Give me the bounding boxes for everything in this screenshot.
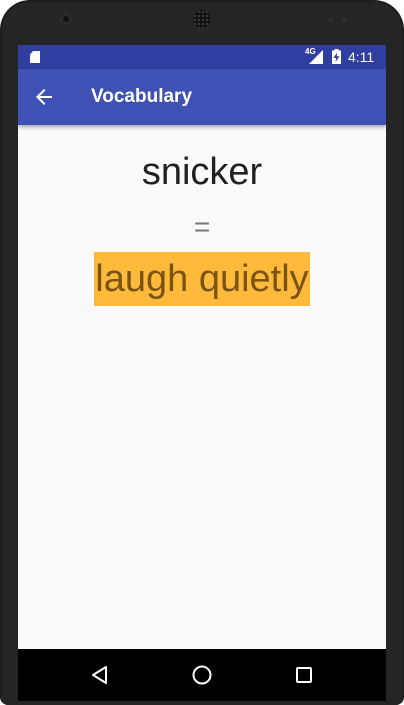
vocabulary-word: snicker xyxy=(141,151,263,193)
arrow-back-icon xyxy=(36,89,52,105)
earpiece-speaker xyxy=(193,10,211,28)
recents-square-icon xyxy=(296,667,312,683)
nav-home-button[interactable] xyxy=(190,663,214,687)
phone-frame: 4G 4:11 Vocabulary snicker = laugh quiet… xyxy=(0,0,404,705)
status-time: 4:11 xyxy=(348,49,375,65)
home-circle-icon xyxy=(192,665,212,685)
sd-card-icon xyxy=(30,51,40,63)
equals-separator: = xyxy=(193,211,211,242)
proximity-sensor xyxy=(328,17,333,22)
back-button[interactable] xyxy=(32,85,56,109)
navigation-bar xyxy=(18,649,386,701)
network-type-label: 4G xyxy=(305,47,316,56)
front-camera xyxy=(60,13,72,25)
word-meaning[interactable]: laugh quietly xyxy=(94,252,310,306)
nav-back-button[interactable] xyxy=(88,663,112,687)
light-sensor xyxy=(342,17,347,22)
back-triangle-icon xyxy=(92,666,107,684)
screen: 4G 4:11 Vocabulary snicker = laugh quiet… xyxy=(18,45,386,649)
meaning-container: laugh quietly xyxy=(18,252,386,306)
nav-recents-button[interactable] xyxy=(292,663,316,687)
battery-charging-icon xyxy=(332,49,341,64)
app-bar: Vocabulary xyxy=(18,69,386,125)
page-title: Vocabulary xyxy=(91,86,193,107)
status-bar: 4G 4:11 xyxy=(18,45,386,69)
